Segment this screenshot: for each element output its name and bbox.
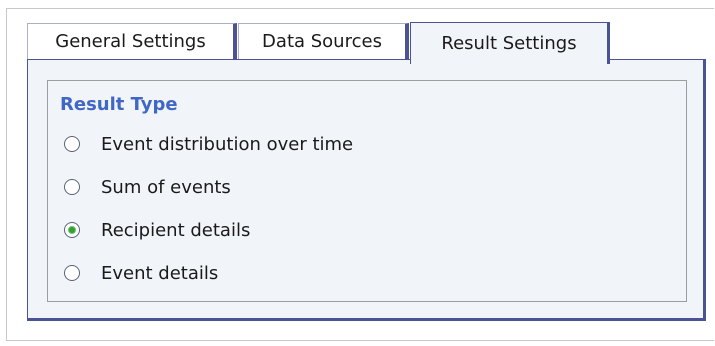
result-type-group: Result Type Event distribution over time… [47, 80, 687, 302]
option-recipient-details[interactable]: Recipient details [64, 216, 250, 244]
radio-button[interactable] [64, 179, 80, 195]
radio-selected-dot [68, 226, 76, 234]
tab-result-settings[interactable]: Result Settings [410, 22, 610, 64]
option-label: Event details [101, 262, 219, 284]
option-label: Sum of events [101, 176, 231, 198]
radio-button-selected[interactable] [64, 222, 80, 238]
result-settings-panel: Result Type Event distribution over time… [27, 59, 706, 321]
result-type-title: Result Type [60, 94, 178, 115]
tab-general-settings[interactable]: General Settings [27, 23, 237, 59]
option-event-details[interactable]: Event details [64, 259, 218, 287]
option-sum-of-events[interactable]: Sum of events [64, 173, 231, 201]
option-label: Event distribution over time [101, 133, 354, 155]
radio-button[interactable] [64, 265, 80, 281]
option-label: Recipient details [101, 219, 251, 241]
radio-button[interactable] [64, 136, 80, 152]
tab-data-sources[interactable]: Data Sources [238, 23, 409, 59]
option-event-distribution[interactable]: Event distribution over time [64, 130, 353, 158]
